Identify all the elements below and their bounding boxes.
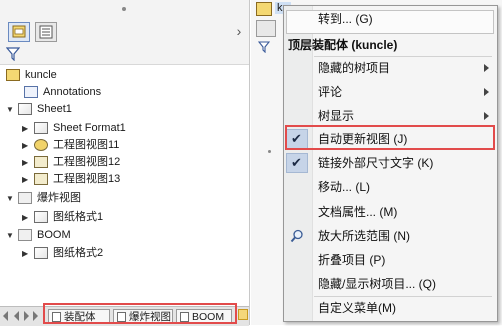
expand-down-icon[interactable]: ▼ — [6, 190, 16, 207]
tree-item-root[interactable]: kuncle — [4, 67, 57, 84]
tree-item-label: BOOM — [37, 229, 71, 241]
tree-item-label: 爆炸视图 — [37, 192, 81, 204]
sheet-format-icon — [34, 247, 48, 259]
annotations-icon — [24, 86, 38, 98]
check-icon: ✔ — [291, 155, 302, 170]
menu-item-label: 树显示 — [318, 109, 355, 123]
sheet-format-icon — [34, 122, 48, 134]
menu-item-collapse-items[interactable]: 折叠项目 (P) — [284, 249, 497, 271]
menu-item-label: 放大所选范围 (N) — [318, 229, 410, 243]
tree-item-label: 图纸格式2 — [53, 247, 104, 259]
drawing-view-icon — [34, 173, 48, 185]
expand-down-icon[interactable]: ▼ — [6, 101, 16, 118]
add-sheet-icon[interactable] — [238, 309, 248, 320]
menu-item-link-external-dimension-text[interactable]: ✔ 链接外部尺寸文字 (K) — [284, 152, 497, 174]
filter-icon[interactable] — [257, 41, 271, 54]
menu-item-highlight-box — [285, 125, 495, 150]
property-manager-icon — [39, 25, 53, 39]
menu-item-label: 转到... (G) — [318, 12, 373, 26]
menu-item-customize-menu[interactable]: 自定义菜单(M) — [284, 297, 497, 319]
menu-item-label: 隐藏的树项目 — [318, 61, 391, 75]
filter-icon[interactable] — [5, 47, 21, 62]
sheet-format-icon — [34, 211, 48, 223]
zoom-magnifier-icon — [290, 228, 303, 243]
menu-item-goto[interactable]: 转到... (G) — [284, 8, 497, 34]
menu-item-comment[interactable]: 评论 — [284, 81, 497, 103]
expand-down-icon[interactable]: ▼ — [6, 227, 16, 244]
panel-grip-handle[interactable] — [268, 150, 271, 153]
expand-right-icon[interactable]: ▶ — [22, 209, 32, 226]
menu-item-hide-show-tree-items[interactable]: 隐藏/显示树项目... (Q) — [284, 273, 497, 295]
tab-feature-manager[interactable] — [8, 22, 30, 42]
tree-item-label: 工程图视图13 — [53, 173, 121, 185]
tree-item-label: 工程图视图11 — [53, 139, 120, 151]
sheet-tabs-highlight-box — [43, 303, 237, 324]
tree-item-view13[interactable]: ▶ 工程图视图13 — [22, 171, 120, 188]
drawing-view-icon — [34, 156, 48, 168]
sheet-icon — [18, 229, 32, 241]
tree-item-label: Sheet Format1 — [53, 122, 126, 134]
sheet-icon — [18, 103, 32, 115]
feature-tree: kuncle Annotations ▼ Sheet1 ▶ Sheet Format… — [0, 64, 249, 307]
chevron-right-icon[interactable]: › — [232, 22, 246, 40]
menu-item-label: 文档属性... (M) — [318, 205, 398, 219]
expand-right-icon[interactable]: ▶ — [22, 137, 32, 154]
expand-right-icon[interactable]: ▶ — [22, 171, 32, 188]
menu-header-label: 顶层装配体 (kuncle) — [288, 38, 398, 52]
feature-manager-icon — [12, 25, 26, 38]
tree-item-sheet1[interactable]: ▼ Sheet1 — [6, 101, 72, 118]
tree-item-label: Sheet1 — [37, 103, 72, 115]
menu-item-zoom-to-selection[interactable]: 放大所选范围 (N) — [284, 225, 497, 247]
tree-item-label: Annotations — [43, 86, 102, 98]
tree-item-sheet-format1[interactable]: ▶ Sheet Format1 — [22, 120, 126, 137]
menu-item-label: 移动... (L) — [318, 180, 371, 194]
tree-item-exploded-view[interactable]: ▼ 爆炸视图 — [6, 190, 81, 207]
tab-property-manager[interactable] — [35, 22, 57, 42]
menu-item-label: 评论 — [318, 85, 343, 99]
menu-item-document-properties[interactable]: 文档属性... (M) — [284, 201, 497, 223]
menu-header-top-assembly: 顶层装配体 (kuncle) — [284, 34, 497, 56]
feature-manager-panel: › kuncle Annotations ▼ Sheet1 ▶ Sheet Form… — [0, 0, 250, 326]
tree-item-label: 工程图视图12 — [53, 156, 121, 168]
drawing-view-special-icon — [34, 139, 48, 151]
next-sheet-arrow-icon[interactable] — [24, 311, 29, 321]
tree-item-sheet-format-1[interactable]: ▶ 图纸格式1 — [22, 209, 103, 226]
previous-sheet-arrow-icon[interactable] — [14, 311, 19, 321]
expand-right-icon[interactable]: ▶ — [22, 120, 32, 137]
tree-item-label: kuncle — [25, 69, 57, 81]
sheet-icon — [18, 192, 32, 204]
context-menu: 转到... (G) 顶层装配体 (kuncle) 隐藏的树项目 评论 树显示 ✔… — [283, 5, 498, 322]
menu-item-label: 隐藏/显示树项目... (Q) — [318, 277, 436, 291]
menu-item-move[interactable]: 移动... (L) — [284, 176, 497, 198]
menu-item-label: 折叠项目 (P) — [318, 253, 386, 267]
tree-item-label: 图纸格式1 — [53, 211, 104, 223]
menu-item-tree-display[interactable]: 树显示 — [284, 105, 497, 127]
tree-item-sheet-format-2[interactable]: ▶ 图纸格式2 — [22, 245, 103, 262]
tab-feature-manager[interactable] — [256, 20, 276, 37]
expand-right-icon[interactable]: ▶ — [22, 154, 32, 171]
tree-item-view11[interactable]: ▶ 工程图视图11 — [22, 137, 119, 154]
panel-grip-handle[interactable] — [122, 7, 126, 11]
menu-item-label: 链接外部尺寸文字 (K) — [318, 156, 434, 170]
menu-item-hidden-tree-items[interactable]: 隐藏的树项目 — [284, 57, 497, 79]
expand-right-icon[interactable]: ▶ — [22, 245, 32, 262]
drawing-root-icon — [256, 2, 272, 16]
tree-item-view12[interactable]: ▶ 工程图视图12 — [22, 154, 120, 171]
last-sheet-arrow-icon[interactable] — [33, 311, 38, 321]
submenu-arrow-icon — [484, 64, 489, 72]
tree-item-annotations[interactable]: Annotations — [22, 84, 101, 101]
first-sheet-arrow-icon[interactable] — [3, 311, 8, 321]
drawing-root-icon — [6, 69, 20, 81]
menu-item-label: 自定义菜单(M) — [318, 301, 396, 315]
submenu-arrow-icon — [484, 112, 489, 120]
submenu-arrow-icon — [484, 88, 489, 96]
tree-item-boom[interactable]: ▼ BOOM — [6, 227, 71, 244]
